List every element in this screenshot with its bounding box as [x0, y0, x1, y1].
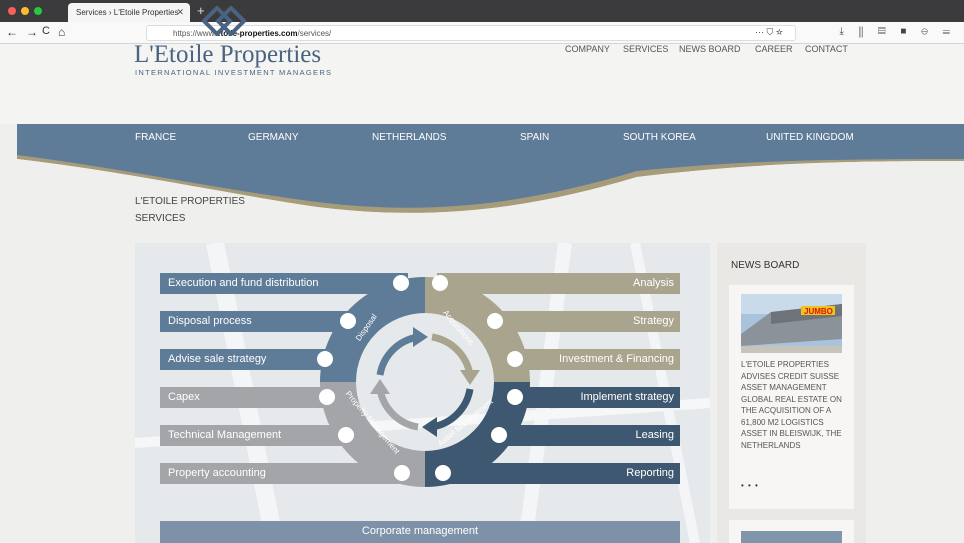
- country-south-korea[interactable]: SOUTH KOREA: [623, 132, 696, 143]
- browser-tab-bar: Services › L'Etoile Properties ✕ +: [0, 0, 964, 22]
- connector-dot: [317, 351, 333, 367]
- connector-dot: [491, 427, 507, 443]
- service-leasing[interactable]: Leasing: [493, 425, 680, 446]
- page-actions-icons[interactable]: ··· ⛉ ☆: [755, 27, 783, 38]
- toolbar-icons[interactable]: ⤓ ⫼ ▤ ■ ⊖ ☰: [839, 26, 956, 37]
- news-board-title: NEWS BOARD: [731, 260, 800, 271]
- window-controls: [8, 7, 42, 15]
- nav-company[interactable]: COMPANY: [565, 44, 610, 54]
- connector-dot: [435, 465, 451, 481]
- service-analysis[interactable]: Analysis: [437, 273, 680, 294]
- country-united-kingdom[interactable]: UNITED KINGDOM: [766, 132, 854, 143]
- news-article-headline[interactable]: L'ETOILE PROPERTIES ADVISES CREDIT SUISS…: [741, 359, 849, 451]
- service-strategy[interactable]: Strategy: [487, 311, 680, 332]
- news-article-image[interactable]: JUMBO: [741, 294, 842, 353]
- reload-button[interactable]: C: [42, 25, 50, 37]
- breadcrumb-current: SERVICES: [135, 213, 186, 224]
- connector-dot: [487, 313, 503, 329]
- close-tab-icon[interactable]: ✕: [176, 7, 184, 18]
- logo-subtitle: INTERNATIONAL INVESTMENT MANAGERS: [135, 68, 333, 77]
- service-corporate-management[interactable]: Corporate management: [160, 521, 680, 543]
- service-disposal-process[interactable]: Disposal process: [160, 311, 355, 332]
- connector-dot: [507, 389, 523, 405]
- service-capex[interactable]: Capex: [160, 387, 328, 408]
- home-button[interactable]: ⌂: [58, 25, 65, 39]
- breadcrumb-home[interactable]: L'ETOILE PROPERTIES: [135, 196, 245, 207]
- service-property-accounting[interactable]: Property accounting: [160, 463, 403, 484]
- logo-mark-icon[interactable]: [202, 6, 246, 36]
- country-netherlands[interactable]: NETHERLANDS: [372, 132, 446, 143]
- forward-button[interactable]: →: [26, 25, 38, 39]
- tab-title: Services › L'Etoile Properties: [76, 8, 179, 17]
- service-technical-management[interactable]: Technical Management: [160, 425, 345, 446]
- connector-dot: [319, 389, 335, 405]
- nav-career[interactable]: CAREER: [755, 44, 793, 54]
- service-reporting[interactable]: Reporting: [437, 463, 680, 484]
- country-france[interactable]: FRANCE: [135, 132, 176, 143]
- logo-title[interactable]: L'Etoile Properties: [134, 41, 321, 69]
- back-button[interactable]: ←: [6, 25, 18, 39]
- minimize-window-button[interactable]: [21, 7, 29, 15]
- country-germany[interactable]: GERMANY: [248, 132, 299, 143]
- nav-services[interactable]: SERVICES: [623, 44, 668, 54]
- connector-dot: [507, 351, 523, 367]
- news-more-link[interactable]: • • •: [741, 481, 759, 490]
- country-spain[interactable]: SPAIN: [520, 132, 549, 143]
- connector-dot: [340, 313, 356, 329]
- connector-dot: [393, 275, 409, 291]
- nav-contact[interactable]: CONTACT: [805, 44, 848, 54]
- connector-dot: [432, 275, 448, 291]
- service-execution-fund-distribution[interactable]: Execution and fund distribution: [160, 273, 408, 294]
- browser-tab[interactable]: Services › L'Etoile Properties ✕: [68, 3, 190, 22]
- services-diagram: Disposal Acquisitions Property Managemen…: [135, 243, 710, 543]
- connector-dot: [338, 427, 354, 443]
- connector-dot: [394, 465, 410, 481]
- service-implement-strategy[interactable]: Implement strategy: [508, 387, 680, 408]
- close-window-button[interactable]: [8, 7, 16, 15]
- nav-news-board[interactable]: NEWS BOARD: [679, 44, 741, 54]
- service-advise-sale-strategy[interactable]: Advise sale strategy: [160, 349, 330, 370]
- image-sign: JUMBO: [804, 307, 833, 316]
- maximize-window-button[interactable]: [34, 7, 42, 15]
- news-article-image-2[interactable]: [741, 531, 842, 543]
- service-investment-financing[interactable]: Investment & Financing: [510, 349, 680, 370]
